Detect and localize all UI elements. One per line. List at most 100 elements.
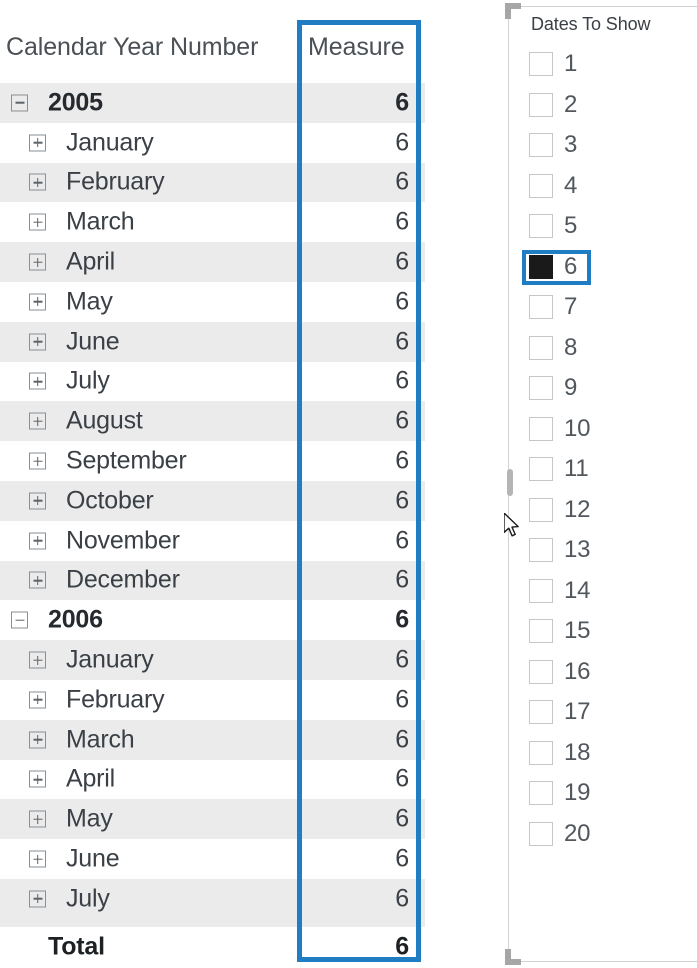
slicer-item[interactable]: 14 <box>522 571 697 612</box>
checkbox-icon[interactable] <box>529 578 553 603</box>
matrix-row[interactable]: May 6 <box>0 282 425 322</box>
checkbox-icon[interactable] <box>529 295 553 320</box>
row-label: October <box>66 486 154 515</box>
matrix-row[interactable]: January 6 <box>0 123 425 163</box>
collapse-icon[interactable] <box>11 94 28 112</box>
checkbox-icon[interactable] <box>529 781 553 806</box>
matrix-row[interactable]: November 6 <box>0 521 425 561</box>
expand-icon[interactable] <box>29 770 46 788</box>
matrix-row[interactable]: June 6 <box>0 321 425 362</box>
checkbox-icon[interactable] <box>529 700 553 725</box>
resize-handle-bottom-left[interactable] <box>505 949 521 965</box>
measure-value: 6 <box>395 406 409 435</box>
expand-icon[interactable] <box>29 412 46 430</box>
matrix-row[interactable]: July 6 <box>0 878 425 919</box>
expand-icon[interactable] <box>29 213 46 231</box>
slicer-item[interactable]: 20 <box>522 814 697 855</box>
slicer-item[interactable]: 8 <box>522 328 697 369</box>
checkbox-icon[interactable] <box>529 52 553 77</box>
expand-icon[interactable] <box>29 691 46 709</box>
checkbox-icon[interactable] <box>529 538 553 563</box>
expand-icon[interactable] <box>29 173 46 191</box>
matrix-row[interactable]: October 6 <box>0 480 425 521</box>
measure-value: 6 <box>395 486 409 515</box>
slicer-item[interactable]: 15 <box>522 611 697 652</box>
matrix-row[interactable]: March 6 <box>0 719 425 760</box>
matrix-row[interactable]: August 6 <box>0 401 425 442</box>
matrix-row[interactable]: April 6 <box>0 242 425 282</box>
expand-icon[interactable] <box>29 810 46 828</box>
scrollbar-thumb[interactable] <box>507 469 513 496</box>
matrix-row[interactable]: 2005 6 <box>0 83 425 123</box>
slicer-item[interactable]: 12 <box>522 490 697 531</box>
row-label: December <box>66 565 180 594</box>
slicer-item-label: 10 <box>564 414 591 442</box>
expand-icon[interactable] <box>29 333 46 351</box>
matrix-visual[interactable]: Calendar Year Number Measure 2005 6 Januar… <box>0 0 440 968</box>
slicer-item[interactable]: 9 <box>522 368 697 409</box>
matrix-row[interactable]: January 6 <box>0 640 425 680</box>
checkbox-icon[interactable] <box>529 497 553 522</box>
slicer-item[interactable]: 7 <box>522 287 697 328</box>
slicer-item[interactable]: 13 <box>522 530 697 571</box>
expand-icon[interactable] <box>29 492 46 510</box>
checkbox-icon[interactable] <box>529 376 553 401</box>
checkbox-icon[interactable] <box>529 92 553 117</box>
slicer-item[interactable]: 18 <box>522 733 697 774</box>
measure-value: 6 <box>395 804 409 833</box>
expand-icon[interactable] <box>29 850 46 868</box>
checkbox-icon[interactable] <box>529 133 553 158</box>
column-header-measure[interactable]: Measure <box>308 33 405 62</box>
matrix-row[interactable]: September 6 <box>0 441 425 481</box>
slicer-item[interactable]: 11 <box>522 449 697 490</box>
slicer-item[interactable]: 17 <box>522 692 697 733</box>
checkbox-icon[interactable] <box>529 416 553 441</box>
expand-icon[interactable] <box>29 372 46 390</box>
expand-icon[interactable] <box>29 253 46 271</box>
expand-icon[interactable] <box>29 890 46 908</box>
checkbox-icon[interactable] <box>529 740 553 765</box>
slicer-item[interactable]: 6 <box>522 247 697 288</box>
checkbox-icon[interactable] <box>529 214 553 239</box>
total-separator <box>0 918 425 927</box>
slicer-visual[interactable]: Dates To Show 1 2 3 4 5 6 7 8 9 10 11 12 13 14 15 16 17 1… <box>505 3 697 965</box>
row-label: June <box>66 327 120 356</box>
matrix-row[interactable]: February 6 <box>0 162 425 203</box>
slicer-item[interactable]: 5 <box>522 206 697 247</box>
expand-icon[interactable] <box>29 452 46 470</box>
slicer-item[interactable]: 19 <box>522 773 697 814</box>
expand-icon[interactable] <box>29 571 46 589</box>
checkbox-icon[interactable] <box>529 619 553 644</box>
slicer-item[interactable]: 2 <box>522 85 697 126</box>
expand-icon[interactable] <box>29 293 46 311</box>
matrix-row[interactable]: December 6 <box>0 560 425 601</box>
checkbox-icon[interactable] <box>529 659 553 684</box>
checkbox-icon[interactable] <box>529 457 553 482</box>
slicer-item[interactable]: 16 <box>522 652 697 693</box>
expand-icon[interactable] <box>29 651 46 669</box>
expand-icon[interactable] <box>29 731 46 749</box>
checkbox-icon[interactable] <box>529 173 553 198</box>
checkbox-checked-icon[interactable] <box>529 254 553 279</box>
slicer-item[interactable]: 10 <box>522 409 697 450</box>
checkbox-icon[interactable] <box>529 335 553 360</box>
matrix-row[interactable]: July 6 <box>0 362 425 402</box>
slicer-item[interactable]: 1 <box>522 44 697 85</box>
slicer-item[interactable]: 4 <box>522 166 697 207</box>
measure-value: 6 <box>395 247 409 276</box>
expand-icon[interactable] <box>29 532 46 550</box>
matrix-row[interactable]: March 6 <box>0 202 425 242</box>
matrix-row[interactable]: May 6 <box>0 799 425 840</box>
slicer-item[interactable]: 3 <box>522 125 697 166</box>
expand-icon[interactable] <box>29 134 46 152</box>
matrix-row[interactable]: February 6 <box>0 680 425 720</box>
matrix-row[interactable]: April 6 <box>0 760 425 800</box>
row-label: November <box>66 526 180 555</box>
measure-value: 6 <box>395 167 409 196</box>
checkbox-icon[interactable] <box>529 821 553 846</box>
resize-handle-top-left[interactable] <box>505 3 521 19</box>
collapse-icon[interactable] <box>11 611 28 629</box>
matrix-row[interactable]: June 6 <box>0 839 425 879</box>
column-header-calendar-year-number[interactable]: Calendar Year Number <box>6 33 258 62</box>
matrix-row[interactable]: 2006 6 <box>0 600 425 640</box>
